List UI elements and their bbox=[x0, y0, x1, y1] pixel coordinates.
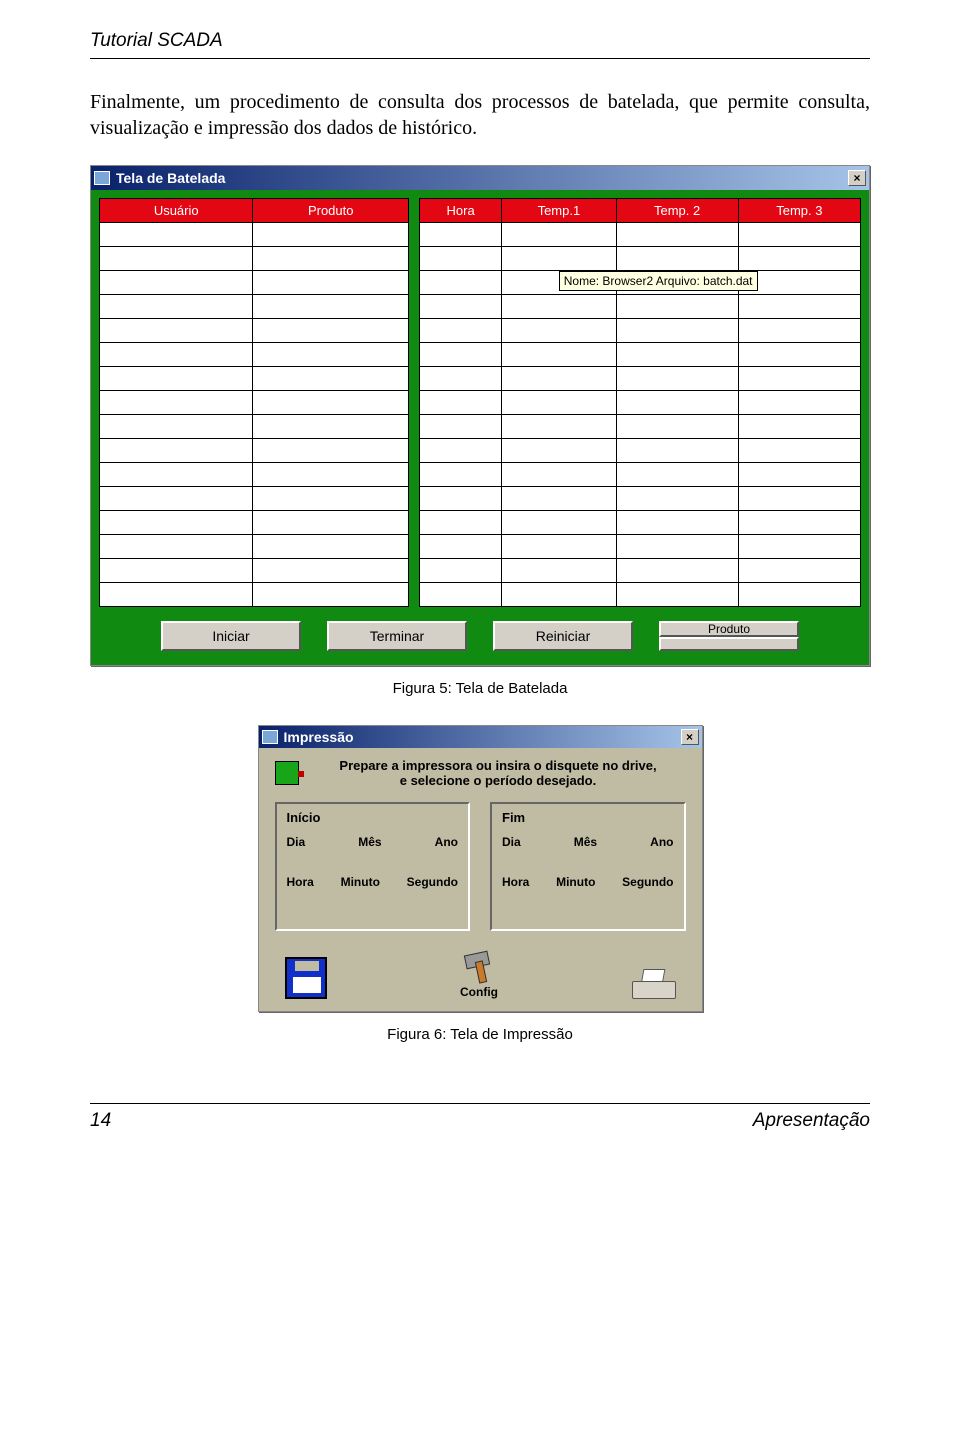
table-row bbox=[100, 271, 409, 295]
table-row bbox=[420, 343, 861, 367]
tooltip: Nome: Browser2 Arquivo: batch.dat bbox=[559, 271, 758, 291]
table-row bbox=[420, 511, 861, 535]
minuto-label: Minuto bbox=[341, 875, 380, 889]
table-row bbox=[420, 487, 861, 511]
produto-value[interactable] bbox=[659, 637, 799, 651]
window-body: Prepare a impressora ou insira o disquet… bbox=[259, 748, 702, 1011]
col-temp2[interactable]: Temp. 2 bbox=[616, 199, 738, 223]
table-row bbox=[100, 487, 409, 511]
table-row bbox=[100, 559, 409, 583]
table-row bbox=[100, 343, 409, 367]
table-row bbox=[420, 391, 861, 415]
window-icon bbox=[262, 730, 278, 744]
iniciar-button[interactable]: Iniciar bbox=[161, 621, 301, 651]
col-temp3[interactable]: Temp. 3 bbox=[738, 199, 860, 223]
table-row bbox=[420, 295, 861, 319]
table-row bbox=[100, 295, 409, 319]
mes-label: Mês bbox=[574, 835, 597, 849]
header-rule bbox=[90, 58, 870, 59]
table-row bbox=[100, 223, 409, 247]
inicio-group: Início Dia Mês Ano Hora Minuto Segundo bbox=[275, 802, 471, 931]
fim-group: Fim Dia Mês Ano Hora Minuto Segundo bbox=[490, 802, 686, 931]
segundo-label: Segundo bbox=[407, 875, 458, 889]
col-produto[interactable]: Produto bbox=[253, 199, 409, 223]
floppy-icon[interactable] bbox=[285, 957, 327, 999]
config-button[interactable]: Config bbox=[459, 953, 499, 999]
hora-label: Hora bbox=[502, 875, 529, 889]
col-temp1[interactable]: Temp.1 bbox=[502, 199, 616, 223]
window-body: Usuário Produto bbox=[91, 190, 869, 665]
table-row bbox=[420, 463, 861, 487]
terminar-button[interactable]: Terminar bbox=[327, 621, 467, 651]
table-row bbox=[420, 367, 861, 391]
config-label: Config bbox=[460, 985, 498, 999]
produto-field[interactable]: Produto bbox=[659, 621, 799, 651]
table-row bbox=[420, 223, 861, 247]
instruction-text: Prepare a impressora ou insira o disquet… bbox=[311, 758, 686, 788]
hammer-icon bbox=[459, 953, 499, 983]
table-row bbox=[100, 463, 409, 487]
table-row bbox=[420, 583, 861, 607]
intro-paragraph: Finalmente, um procedimento de consulta … bbox=[90, 89, 870, 141]
table-row: Nome: Browser2 Arquivo: batch.dat bbox=[420, 271, 861, 295]
setup-icon bbox=[275, 761, 299, 785]
inicio-label: Início bbox=[287, 810, 459, 825]
window-title: Impressão bbox=[284, 729, 354, 745]
produto-label: Produto bbox=[659, 621, 799, 637]
table-row bbox=[420, 247, 861, 271]
hora-label: Hora bbox=[287, 875, 314, 889]
reiniciar-button[interactable]: Reiniciar bbox=[493, 621, 633, 651]
printer-icon[interactable] bbox=[632, 969, 676, 999]
window-title: Tela de Batelada bbox=[116, 170, 225, 186]
table-row bbox=[100, 535, 409, 559]
figure6-caption: Figura 6: Tela de Impressão bbox=[90, 1026, 870, 1043]
minuto-label: Minuto bbox=[556, 875, 595, 889]
ano-label: Ano bbox=[435, 835, 458, 849]
ano-label: Ano bbox=[650, 835, 673, 849]
segundo-label: Segundo bbox=[622, 875, 673, 889]
tela-batelada-window: Tela de Batelada × Usuário Produto bbox=[90, 165, 870, 666]
impressao-window: Impressão × Prepare a impressora ou insi… bbox=[258, 725, 703, 1012]
footer-section: Apresentação bbox=[753, 1110, 870, 1132]
figure5-caption: Figura 5: Tela de Batelada bbox=[90, 680, 870, 697]
fim-label: Fim bbox=[502, 810, 674, 825]
window-icon bbox=[94, 171, 110, 185]
table-row bbox=[100, 415, 409, 439]
right-table: Hora Temp.1 Temp. 2 Temp. 3 Nome: Browse… bbox=[419, 198, 861, 607]
left-table: Usuário Produto bbox=[99, 198, 409, 607]
doc-header: Tutorial SCADA bbox=[90, 30, 870, 52]
table-row bbox=[420, 415, 861, 439]
table-row bbox=[420, 439, 861, 463]
col-hora[interactable]: Hora bbox=[420, 199, 502, 223]
titlebar: Impressão × bbox=[259, 726, 702, 748]
col-usuario[interactable]: Usuário bbox=[100, 199, 253, 223]
close-button[interactable]: × bbox=[848, 170, 866, 186]
table-row bbox=[100, 391, 409, 415]
table-row bbox=[100, 583, 409, 607]
page-number: 14 bbox=[90, 1110, 111, 1132]
table-row bbox=[420, 559, 861, 583]
table-row bbox=[100, 511, 409, 535]
table-row bbox=[100, 439, 409, 463]
close-button[interactable]: × bbox=[681, 729, 699, 745]
table-row bbox=[420, 535, 861, 559]
table-row bbox=[100, 247, 409, 271]
table-row bbox=[420, 319, 861, 343]
dia-label: Dia bbox=[287, 835, 306, 849]
mes-label: Mês bbox=[358, 835, 381, 849]
table-row bbox=[100, 319, 409, 343]
titlebar: Tela de Batelada × bbox=[91, 166, 869, 190]
table-row bbox=[100, 367, 409, 391]
dia-label: Dia bbox=[502, 835, 521, 849]
